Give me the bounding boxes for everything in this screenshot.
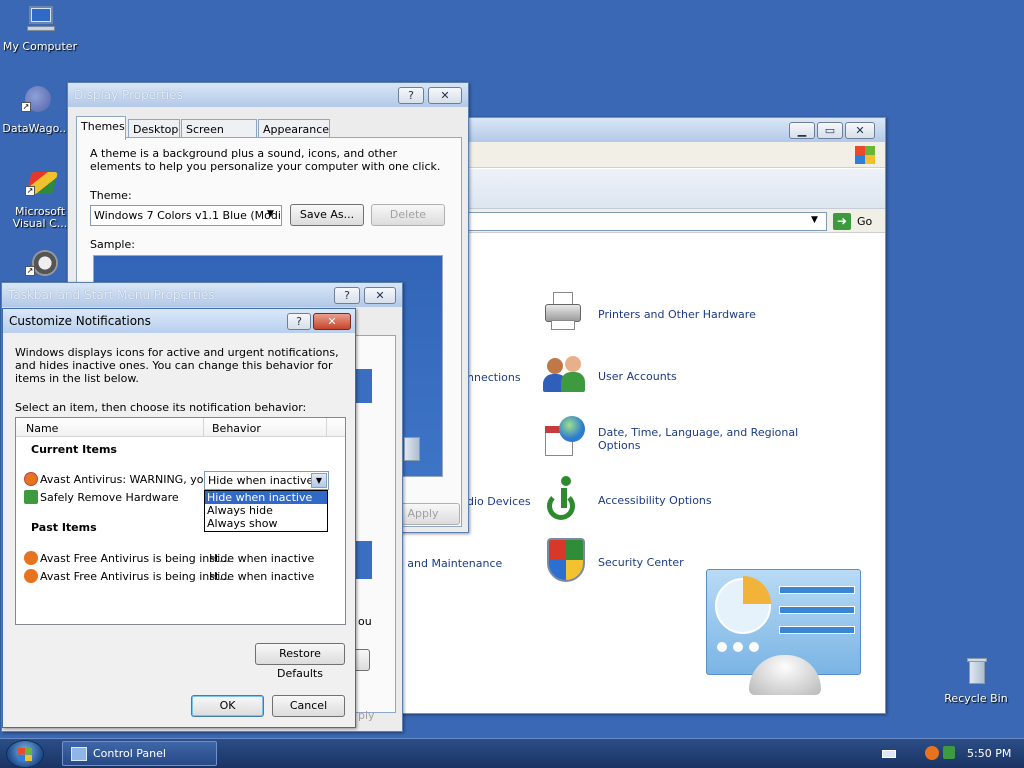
go-button[interactable]: ➜ Go (833, 213, 883, 231)
desktop-icon-label: My Computer (2, 40, 78, 53)
window-title: Display Properties (74, 88, 183, 102)
date-time-globe-icon (543, 416, 587, 460)
date-time-link[interactable]: Date, Time, Language, and Regional Optio… (598, 426, 808, 452)
dropdown-option-always-show[interactable]: Always show (205, 517, 327, 530)
tab-themes[interactable]: Themes (76, 116, 126, 140)
go-arrow-icon: ➜ (833, 213, 851, 230)
column-header-name[interactable]: Name (26, 422, 58, 435)
partial-text: ou (358, 615, 372, 628)
desktop-icon-my-computer[interactable]: My Computer (2, 4, 78, 53)
list-item[interactable]: Avast Free Antivirus is being inst... Hi… (16, 550, 345, 568)
partial-apply: ply (358, 709, 375, 722)
theme-description: A theme is a background plus a sound, ic… (90, 147, 441, 173)
sample-label: Sample: (90, 238, 135, 251)
tab-appearance[interactable]: Appearance (258, 119, 330, 139)
tab-screen-saver[interactable]: Screen Saver (181, 119, 257, 149)
list-item[interactable]: Avast Free Antivirus is being inst... Hi… (16, 568, 345, 586)
raccoon-icon: ↗ (23, 248, 58, 280)
avast-icon (24, 569, 38, 583)
behavior-select[interactable]: Hide when inactive ▼ (204, 471, 329, 490)
list-header (16, 418, 345, 437)
avast-tray-icon[interactable] (925, 746, 939, 760)
tab-desktop[interactable]: Desktop (128, 119, 180, 139)
user-accounts-icon (543, 354, 587, 398)
chevron-down-icon[interactable]: ▼ (311, 473, 327, 488)
delete-button[interactable]: Delete (371, 204, 445, 226)
column-divider (326, 418, 327, 437)
help-button[interactable]: ? (334, 287, 360, 304)
shield-icon (547, 538, 591, 582)
avast-warning-icon (24, 472, 38, 486)
taskbar-button-control-panel[interactable]: Control Panel (62, 741, 217, 766)
windows-logo-icon (18, 748, 32, 761)
close-button[interactable]: ✕ (428, 87, 462, 104)
clock[interactable]: 5:50 PM (967, 747, 1011, 760)
printer-icon (543, 290, 587, 334)
customize-notifications-dialog: Customize Notifications ? ✕ Windows disp… (2, 308, 356, 728)
desktop-icon-datawagon[interactable]: ↗ DataWago... (0, 86, 74, 135)
accessibility-icon (543, 476, 587, 520)
chevron-down-icon: ▼ (267, 209, 274, 219)
keyboard-icon[interactable] (882, 750, 896, 758)
group-header-past: Past Items (31, 521, 97, 534)
recycle-bin-icon (959, 656, 993, 688)
column-header-behavior[interactable]: Behavior (212, 422, 261, 435)
visual-studio-icon: ↗ (23, 170, 58, 202)
minimize-button[interactable]: ▁ (789, 122, 815, 139)
start-button[interactable] (6, 740, 44, 768)
window-title: Customize Notifications (9, 314, 151, 328)
desktop-icon-label: Recycle Bin (944, 692, 1008, 705)
save-as-button[interactable]: Save As... (290, 204, 364, 226)
window-title: Taskbar and Start Menu Properties (8, 288, 215, 302)
windows-logo-icon (855, 146, 875, 164)
dropdown-option-hide-when-inactive[interactable]: Hide when inactive (205, 491, 327, 504)
cancel-button[interactable]: Cancel (272, 695, 345, 717)
group-header-current: Current Items (31, 443, 117, 456)
partial-item-audio[interactable]: dio Devices (467, 495, 531, 508)
datawagon-icon: ↗ (19, 86, 53, 118)
partial-item-network[interactable]: nnections (467, 371, 521, 384)
system-tray: 5:50 PM (870, 739, 1024, 768)
ok-button[interactable]: OK (191, 695, 264, 717)
help-button[interactable]: ? (287, 313, 311, 330)
theme-label: Theme: (90, 189, 132, 202)
chevron-down-icon[interactable]: ▼ (811, 215, 818, 225)
behavior-dropdown-list: Hide when inactive Always hide Always sh… (204, 490, 328, 532)
dialog-description: Windows displays icons for active and ur… (15, 346, 339, 385)
user-accounts-link[interactable]: User Accounts (598, 370, 677, 383)
printers-hardware-link[interactable]: Printers and Other Hardware (598, 308, 756, 321)
my-computer-icon (23, 4, 57, 36)
dropdown-option-always-hide[interactable]: Always hide (205, 504, 327, 517)
help-button[interactable]: ? (398, 87, 424, 104)
restore-defaults-button[interactable]: Restore Defaults (255, 643, 345, 680)
column-divider (203, 418, 204, 437)
close-button[interactable]: ✕ (313, 313, 351, 330)
avast-icon (24, 551, 38, 565)
partial-item-performance[interactable]: e and Maintenance (397, 557, 502, 570)
close-button[interactable]: ✕ (845, 122, 875, 139)
close-button[interactable]: ✕ (364, 287, 396, 304)
recycle-bin-icon (404, 437, 420, 461)
desktop-icon-label: DataWago... (2, 122, 70, 135)
select-instruction: Select an item, then choose its notifica… (15, 401, 307, 414)
safely-remove-tray-icon[interactable] (943, 746, 955, 759)
restore-button[interactable]: ▭ (817, 122, 843, 139)
notification-list[interactable]: Name Behavior Current Items Avast Antivi… (15, 417, 346, 625)
theme-select[interactable]: Windows 7 Colors v1.1 Blue (Modifie (90, 205, 282, 226)
safely-remove-icon (24, 490, 38, 504)
control-panel-icon (71, 747, 87, 761)
desktop-icon-recycle-bin[interactable]: Recycle Bin (938, 656, 1014, 705)
security-center-link[interactable]: Security Center (598, 556, 684, 569)
accessibility-link[interactable]: Accessibility Options (598, 494, 712, 507)
